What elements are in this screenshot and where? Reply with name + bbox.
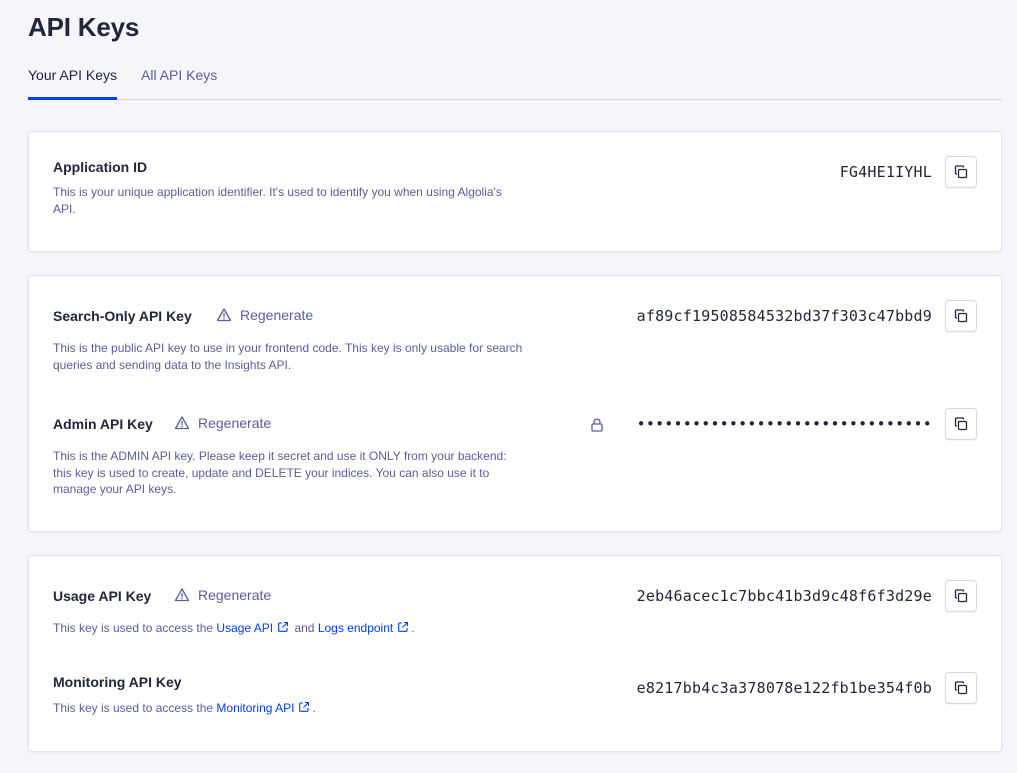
copy-icon [953, 416, 969, 432]
warning-icon [174, 587, 190, 603]
description-text: . [312, 701, 316, 715]
warning-icon [174, 415, 190, 431]
warning-icon [216, 307, 232, 323]
usage-monitoring-keys-card: Usage API Key Regenerate This key is use… [28, 555, 1002, 752]
copy-icon [953, 588, 969, 604]
search-only-key-description: This is the public API key to use in you… [53, 341, 523, 372]
tab-your-api-keys[interactable]: Your API Keys [28, 67, 117, 100]
page-title: API Keys [28, 12, 140, 42]
regenerate-label: Regenerate [198, 587, 272, 603]
copy-icon [953, 680, 969, 696]
admin-key-label: Admin API Key [53, 416, 153, 432]
usage-key-label: Usage API Key [53, 588, 152, 604]
regenerate-usage-key-button[interactable]: Regenerate [174, 587, 271, 603]
application-id-card: Application ID This is your unique appli… [28, 131, 1002, 252]
regenerate-label: Regenerate [240, 307, 314, 323]
regenerate-search-key-button[interactable]: Regenerate [216, 307, 313, 323]
monitoring-api-link[interactable]: Monitoring API [216, 701, 294, 715]
regenerate-label: Regenerate [198, 415, 272, 431]
external-link-icon [397, 621, 409, 633]
description-text: This key is used to access the [53, 621, 217, 635]
usage-key-description: This key is used to access the Usage API… [53, 620, 573, 637]
external-link-icon [277, 621, 289, 633]
monitoring-key-label: Monitoring API Key [53, 674, 182, 690]
admin-key-description: This is the ADMIN API key. Please keep i… [53, 449, 507, 496]
copy-icon [953, 164, 969, 180]
usage-key-value[interactable]: 2eb46acec1c7bbc41b3d9c48f6f3d29e [637, 587, 932, 605]
application-id-value[interactable]: FG4HE1IYHL [840, 163, 932, 181]
monitoring-key-description: This key is used to access the Monitorin… [53, 700, 573, 717]
lock-icon[interactable] [589, 417, 605, 433]
description-text: . [411, 621, 415, 635]
tab-all-api-keys[interactable]: All API Keys [141, 67, 217, 99]
description-text: This key is used to access the [53, 701, 217, 715]
copy-application-id-button[interactable] [945, 156, 977, 188]
regenerate-admin-key-button[interactable]: Regenerate [174, 415, 271, 431]
search-only-key-label: Search-Only API Key [53, 308, 192, 324]
copy-search-key-button[interactable] [945, 300, 977, 332]
description-text: and [291, 621, 318, 635]
copy-admin-key-button[interactable] [945, 408, 977, 440]
application-id-label: Application ID [53, 159, 148, 175]
admin-key-value[interactable]: •••••••••••••••••••••••••••••••• [637, 415, 932, 433]
copy-monitoring-key-button[interactable] [945, 672, 977, 704]
tabs: Your API Keys All API Keys [28, 58, 1002, 100]
usage-api-link[interactable]: Usage API [216, 621, 273, 635]
copy-icon [953, 308, 969, 324]
logs-endpoint-link[interactable]: Logs endpoint [318, 621, 393, 635]
application-id-description: This is your unique application identifi… [53, 185, 502, 216]
search-admin-keys-card: Search-Only API Key Regenerate This is t… [28, 275, 1002, 532]
copy-usage-key-button[interactable] [945, 580, 977, 612]
search-only-key-value[interactable]: af89cf19508584532bd37f303c47bbd9 [637, 307, 932, 325]
monitoring-key-value[interactable]: e8217bb4c3a378078e122fb1be354f0b [637, 679, 932, 697]
external-link-icon [298, 701, 310, 713]
